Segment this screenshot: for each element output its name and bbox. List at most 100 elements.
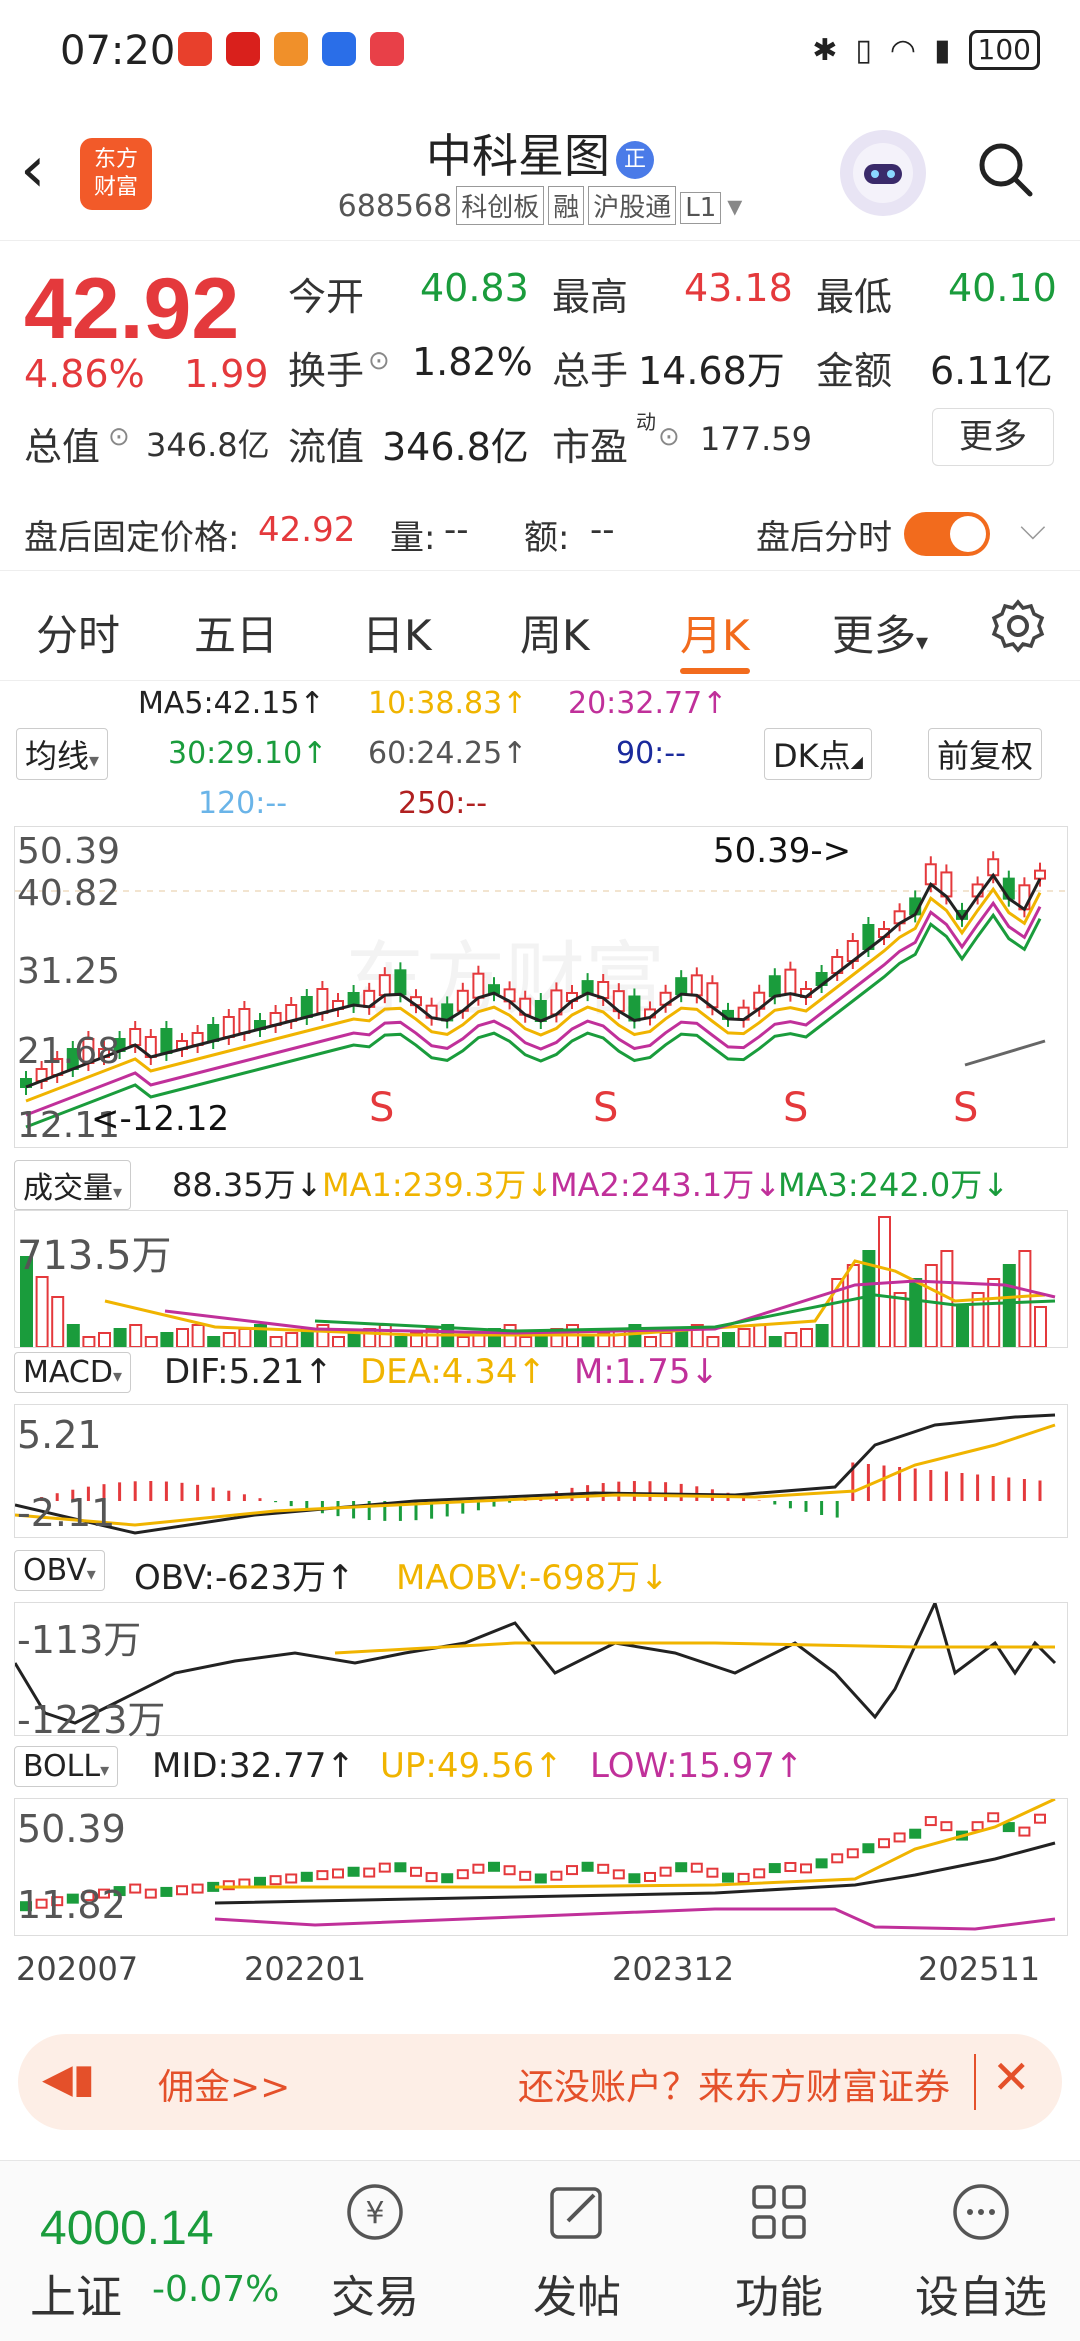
volume-chart	[20, 1216, 1056, 1347]
index-name[interactable]: 上证	[30, 2261, 122, 2327]
volume-bar	[644, 1336, 657, 1347]
assistant-robot-icon[interactable]	[840, 130, 926, 216]
promo-commission-link[interactable]: 佣金>>	[158, 2058, 290, 2110]
amount-label: 金额	[816, 349, 893, 393]
volume-bar	[909, 1278, 923, 1347]
macd-dif-text: DIF:5.21	[164, 1352, 305, 1392]
nav-post[interactable]: 发帖	[507, 2261, 647, 2325]
chevron-down-icon[interactable]: ⌵	[1020, 508, 1046, 548]
volume-panel[interactable]: 713.5万	[14, 1210, 1068, 1348]
candle-body	[129, 1028, 142, 1046]
watchlist-icon[interactable]	[950, 2181, 1012, 2243]
ma90-value: 90:--	[616, 736, 686, 771]
low-marker: <-12.12	[91, 1099, 230, 1139]
boll-candle	[815, 1858, 828, 1869]
volume-bar	[737, 1328, 751, 1347]
info-icon[interactable]: ⊙	[658, 422, 680, 452]
macd-panel[interactable]: 5.21 -2.11	[14, 1404, 1068, 1538]
more-button[interactable]: 更多	[932, 408, 1054, 466]
macd-bars	[40, 1462, 1042, 1521]
tab-monthly-k[interactable]: 月K	[680, 602, 750, 663]
after-hours-toggle[interactable]	[904, 512, 990, 556]
macd-dif: DIF:5.21↑	[164, 1352, 333, 1392]
macd-selector[interactable]: MACD▾	[14, 1352, 131, 1393]
kline-panel[interactable]: 东方财富 50.39 40.82 31.25 21.68 12.11 50.39…	[14, 826, 1068, 1148]
volume-bar	[784, 1332, 798, 1347]
boll-axis-bottom: 11.82	[17, 1883, 126, 1927]
ma60-text: 60:24.25	[368, 736, 503, 771]
volume-bar	[893, 1292, 907, 1347]
boll-selector-label: BOLL	[23, 1749, 101, 1784]
index-value[interactable]: 4000.14	[40, 2201, 214, 2256]
current-price: 42.92	[24, 261, 240, 357]
candle-body	[768, 975, 781, 998]
volume-selector[interactable]: 成交量▾	[14, 1160, 132, 1210]
volume-ma2: MA2:243.1万↓	[550, 1166, 782, 1204]
nav-functions[interactable]: 功能	[709, 2261, 849, 2325]
nav-trade[interactable]: 交易	[305, 2261, 445, 2325]
notification-icons	[178, 32, 404, 66]
boll-chart	[20, 1799, 1056, 1931]
candle-body	[378, 974, 391, 997]
macd-axis-bottom: -2.11	[17, 1491, 116, 1535]
tag-level: L1	[680, 192, 722, 224]
boll-panel[interactable]: 50.39 11.82	[14, 1798, 1068, 1936]
boll-candle	[410, 1866, 422, 1877]
sell-signal-icon[interactable]: S	[593, 1085, 618, 1131]
x-axis-label: 202007	[16, 1950, 139, 1988]
boll-candle	[846, 1848, 859, 1859]
tab-weekly-k[interactable]: 周K	[520, 602, 590, 663]
boll-candle	[753, 1868, 766, 1879]
macd-m-text: M:1.75	[574, 1352, 691, 1392]
tab-daily-k[interactable]: 日K	[362, 602, 432, 663]
boll-selector[interactable]: BOLL▾	[14, 1746, 119, 1787]
volume-bar	[378, 1324, 392, 1347]
system-icons: ✱ ▯ ◠ ▮ 100	[812, 30, 1040, 70]
megaphone-icon: ◀▮	[42, 2056, 95, 2102]
quote-panel: 42.92 4.86% 1.99 今开 40.83 最高 43.18 最低 40…	[0, 240, 1080, 470]
search-icon[interactable]	[976, 140, 1034, 198]
nav-add-watchlist[interactable]: 设自选	[911, 2261, 1051, 2325]
boll-candle	[612, 1869, 625, 1880]
dk-point-button[interactable]: DK点◢	[764, 728, 872, 780]
boll-candle	[1018, 1826, 1031, 1837]
ma-selector[interactable]: 均线▾	[16, 728, 109, 780]
settings-gear-icon[interactable]	[990, 598, 1046, 654]
volume-bar	[113, 1328, 127, 1347]
high-label: 最高	[552, 275, 629, 319]
functions-grid-icon[interactable]	[748, 2181, 810, 2243]
sell-signal-icon[interactable]: S	[369, 1085, 394, 1131]
boll-candle	[503, 1865, 516, 1876]
after-hours-row: 盘后固定价格: 42.92 量: -- 额: -- 盘后分时 ⌵	[0, 490, 1080, 571]
tab-intraday[interactable]: 分时	[36, 602, 120, 663]
boll-candle	[722, 1872, 734, 1883]
volume-ma3: MA3:242.0万↓	[778, 1166, 1010, 1204]
tab-more[interactable]: 更多▾	[832, 602, 928, 663]
trade-icon[interactable]: ¥	[344, 2181, 406, 2243]
app-notification-icon	[226, 32, 260, 66]
promo-banner[interactable]: ◀▮ 佣金>> 还没账户？来东方财富证券 ✕	[18, 2034, 1062, 2130]
sell-signal-icon[interactable]: S	[953, 1085, 978, 1131]
adjust-mode-button[interactable]: 前复权	[928, 728, 1043, 780]
ma-selector-label: 均线	[25, 737, 90, 775]
info-icon[interactable]: ⊙	[368, 346, 390, 376]
after-hours-chart-label: 盘后分时	[756, 518, 892, 558]
boll-candle	[628, 1873, 641, 1884]
macd-dea-text: DEA:4.34	[360, 1352, 518, 1392]
close-icon[interactable]: ✕	[992, 2050, 1031, 2104]
tab-five-day[interactable]: 五日	[194, 602, 278, 663]
volume-bar	[347, 1332, 361, 1347]
macd-chart	[15, 1413, 1056, 1535]
boll-candle	[129, 1883, 142, 1894]
float-value: 346.8亿	[382, 425, 529, 469]
boll-candle	[254, 1876, 266, 1887]
obv-panel[interactable]: -113万 -1223万	[14, 1602, 1068, 1742]
post-edit-icon[interactable]	[546, 2181, 608, 2243]
sell-signal-icon[interactable]: S	[783, 1085, 808, 1131]
info-icon[interactable]: ⊙	[108, 422, 130, 452]
obv-axis-bottom: -1223万	[17, 1698, 166, 1742]
after-hours-price-label: 盘后固定价格:	[24, 518, 240, 558]
volume-bar	[815, 1324, 829, 1347]
volume-bar	[160, 1332, 174, 1347]
obv-selector[interactable]: OBV▾	[14, 1550, 105, 1591]
